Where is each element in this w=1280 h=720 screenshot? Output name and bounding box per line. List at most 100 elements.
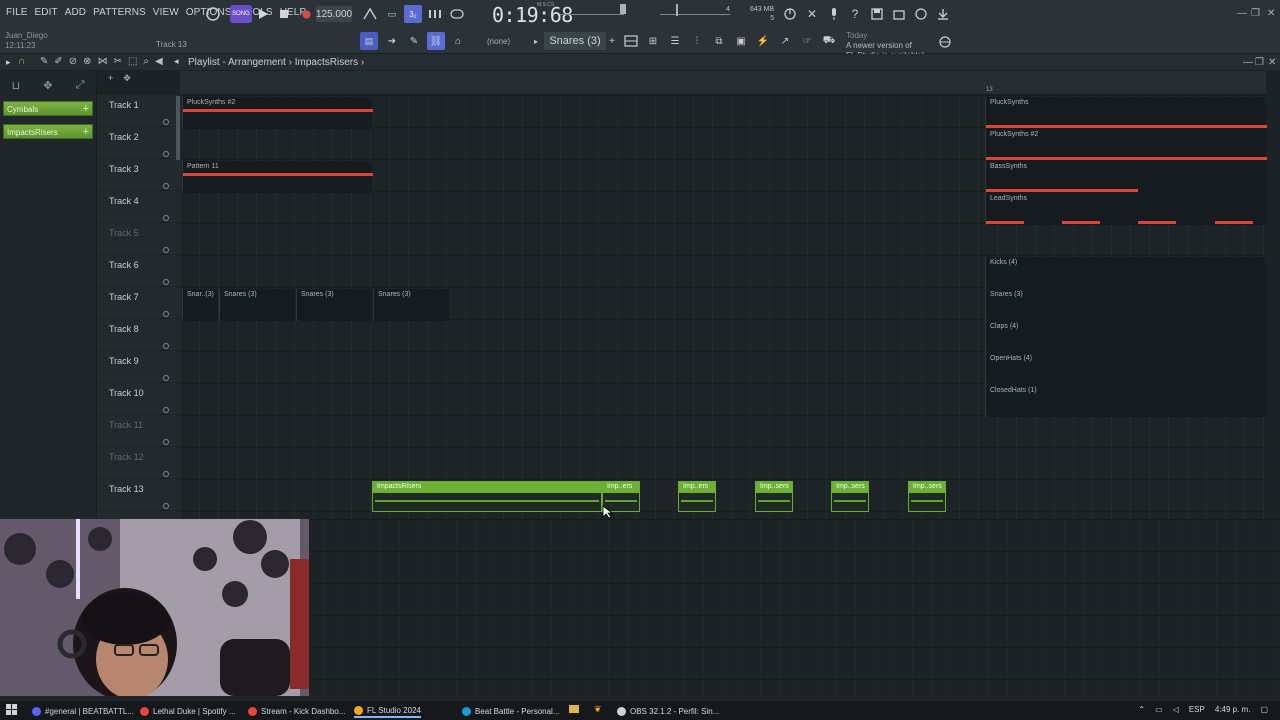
chevron-up-icon[interactable]: ⌃ — [1138, 705, 1145, 714]
countdown-icon[interactable]: 3₂ — [404, 5, 422, 23]
menu-edit[interactable]: EDIT — [35, 7, 58, 18]
pattern-clip[interactable]: BassSynths — [985, 161, 1266, 193]
mute-icon[interactable] — [163, 503, 169, 509]
picker-view-icon[interactable]: ⊔ — [12, 79, 21, 92]
track-header[interactable]: Track 7 — [97, 287, 180, 319]
windows-start-icon[interactable] — [6, 704, 18, 718]
notification-icon[interactable]: ▢ — [1260, 705, 1268, 714]
picker-item-cymbals[interactable]: Cymbals + — [3, 101, 93, 116]
track-header[interactable]: Track 3 — [97, 159, 180, 191]
brush-tool-icon[interactable]: ✐ — [54, 56, 62, 67]
playlist-close-icon[interactable]: ✕ — [1268, 57, 1276, 68]
volume-slider-handle[interactable] — [620, 4, 626, 14]
pattern-clip[interactable]: OpenHats (4) — [985, 353, 1266, 385]
browser-icon[interactable]: ⧉ — [711, 32, 727, 50]
loop-record-icon[interactable] — [449, 5, 465, 23]
add-track-icon[interactable]: + — [108, 73, 113, 84]
pencil-tool-icon[interactable]: ✎ — [40, 56, 48, 67]
mute-icon[interactable] — [163, 343, 169, 349]
mute-icon[interactable] — [163, 439, 169, 445]
mute-icon[interactable] — [163, 279, 169, 285]
language-indicator[interactable]: ESP — [1189, 705, 1205, 714]
reset-icon[interactable] — [782, 5, 798, 23]
audio-clip[interactable]: Imp..ers — [678, 481, 716, 512]
pencil-icon[interactable]: ✎ — [406, 32, 422, 50]
tempo-display[interactable]: 125.000 — [316, 6, 352, 22]
snap-selector[interactable]: (none) — [487, 37, 510, 46]
audio-clip[interactable]: Imp..sers — [908, 481, 946, 512]
slip-tool-icon[interactable]: ⋈ — [98, 56, 108, 67]
arrange-icon[interactable]: ✥ — [123, 73, 131, 84]
select-tool-icon[interactable]: ⬚ — [128, 56, 137, 67]
minimize-icon[interactable]: — — [1237, 8, 1247, 19]
master-volume-slider[interactable] — [560, 14, 624, 15]
stamp-icon[interactable]: ⌂ — [450, 32, 466, 50]
taskbar-beat-battle[interactable]: Beat Battle - Personal... — [462, 704, 560, 718]
chat-icon[interactable] — [913, 5, 929, 23]
track-header[interactable]: Track 2 — [97, 127, 180, 159]
chevron-left-icon[interactable]: ◂ — [174, 56, 179, 67]
microphone-icon[interactable] — [826, 5, 842, 23]
step-edit-icon[interactable] — [427, 5, 443, 23]
metronome-icon[interactable] — [362, 5, 378, 23]
piano-roll-icon[interactable] — [623, 32, 639, 50]
track-header[interactable]: Track 5 — [97, 223, 180, 255]
track-header[interactable]: Track 12 — [97, 447, 180, 479]
record-icon[interactable] — [300, 5, 312, 23]
audio-clip[interactable]: Imp..sers — [755, 481, 793, 512]
pattern-clip[interactable]: Snares (3) — [219, 289, 295, 321]
timeline-ruler[interactable] — [180, 71, 1266, 95]
tools-icon[interactable]: ✕ — [804, 5, 820, 23]
add-icon[interactable]: + — [83, 125, 89, 140]
pattern-clip[interactable]: Pattern 11 — [182, 161, 373, 193]
taskbar-obs[interactable]: OBS 32.1.2 - Perfil: Sin... — [617, 704, 719, 718]
download-icon[interactable] — [935, 5, 951, 23]
slice-tool-icon[interactable]: ✂ — [114, 56, 122, 67]
link-icon[interactable]: ⛓ — [427, 32, 445, 50]
arrow-right-icon[interactable]: ➜ — [384, 32, 400, 50]
pitch-slider-handle[interactable] — [676, 4, 678, 16]
help-icon[interactable]: ? — [848, 5, 862, 23]
pattern-clip[interactable]: Claps (4) — [985, 321, 1266, 353]
volume-icon[interactable]: ◁ — [1173, 705, 1179, 714]
plugin-icon[interactable]: ▣ — [733, 32, 749, 50]
pattern-clip[interactable]: PluckSynths #2 — [985, 129, 1267, 161]
track-header[interactable]: Track 10 — [97, 383, 180, 415]
taskbar-fl-studio[interactable]: FL Studio 2024 — [354, 704, 421, 718]
pattern-clip[interactable]: LeadSynths — [985, 193, 1266, 225]
mute-icon[interactable] — [163, 247, 169, 253]
pattern-clip[interactable]: PluckSynths #2 — [182, 97, 373, 129]
magnet-icon[interactable]: ∩ — [18, 56, 25, 67]
mute-icon[interactable] — [163, 311, 169, 317]
track-header[interactable]: Track 8 — [97, 319, 180, 351]
taskbar-discord[interactable]: #general | BEATBATTL... — [32, 704, 134, 718]
add-icon[interactable]: + — [83, 102, 89, 117]
song-mode-button[interactable]: SONG — [230, 5, 252, 23]
add-pattern-icon[interactable]: + — [607, 32, 617, 50]
save-icon[interactable] — [869, 5, 885, 23]
audio-clip[interactable]: Imp..sers — [831, 481, 869, 512]
zoom-tool-icon[interactable]: ⌕ — [143, 56, 149, 67]
menu-view[interactable]: VIEW — [153, 7, 179, 18]
pattern-clip[interactable]: Snar..(3) — [182, 289, 218, 321]
picker-move-icon[interactable]: ✥ — [43, 79, 52, 92]
wait-input-icon[interactable]: ▭ — [384, 5, 400, 23]
playlist-icon[interactable]: ▤ — [360, 32, 378, 50]
track-header[interactable]: Track 4 — [97, 191, 180, 223]
plug-icon[interactable]: ⚡ — [755, 32, 771, 50]
faders-icon[interactable]: ⫶ — [689, 32, 705, 50]
mute-icon[interactable] — [163, 407, 169, 413]
menu-file[interactable]: FILE — [6, 7, 28, 18]
track-header[interactable]: Track 11 — [97, 415, 180, 447]
fl-icon[interactable]: ❦ — [594, 704, 602, 715]
mute-icon[interactable] — [163, 119, 169, 125]
mute-icon[interactable] — [163, 215, 169, 221]
chevron-right-icon[interactable]: ▸ — [6, 57, 11, 68]
tray-clock[interactable]: 4:49 p. m. — [1215, 705, 1251, 714]
loop-icon[interactable] — [204, 5, 222, 23]
pattern-clip[interactable]: ClosedHats (1) — [985, 385, 1266, 417]
playlist-restore-icon[interactable]: ❐ — [1255, 57, 1264, 68]
touch-icon[interactable]: ☞ — [799, 32, 815, 50]
track-header[interactable]: Track 6 — [97, 255, 180, 287]
playlist-title[interactable]: Playlist - Arrangement — [188, 57, 286, 68]
